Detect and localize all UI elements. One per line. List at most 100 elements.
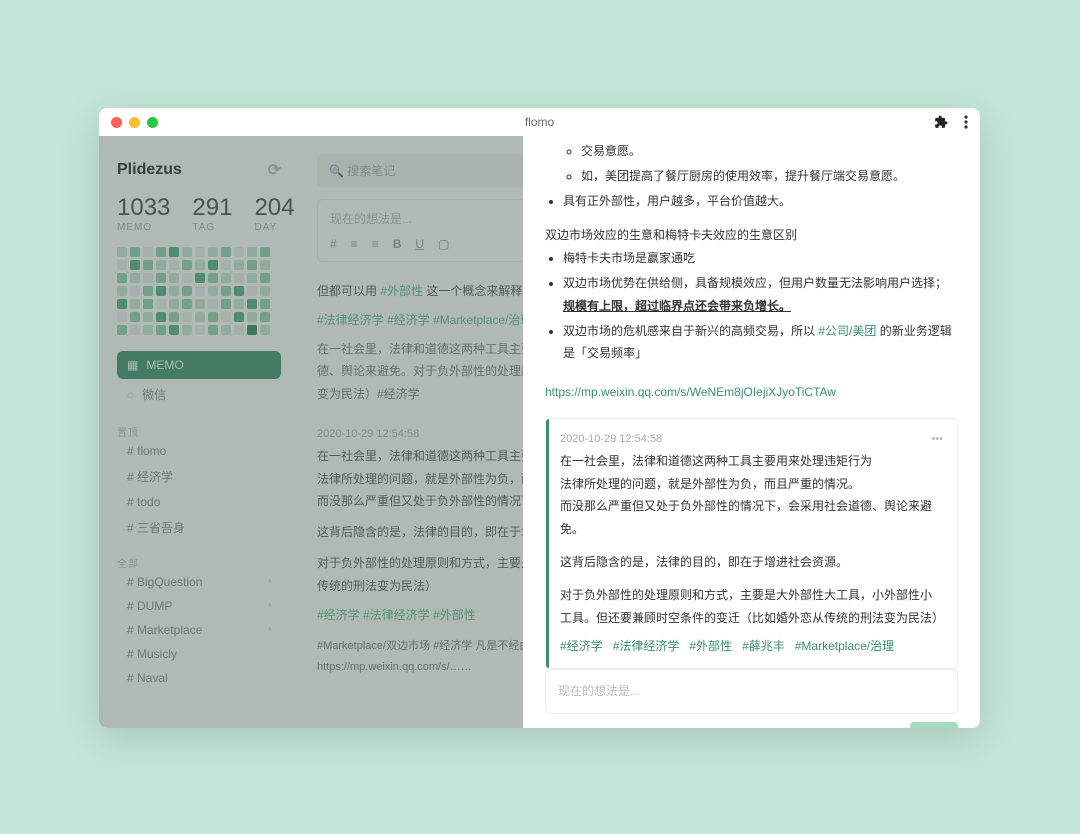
tag-item[interactable]: # Marketplace› bbox=[117, 618, 281, 642]
heatmap-cell[interactable] bbox=[182, 312, 192, 322]
heatmap-cell[interactable] bbox=[182, 286, 192, 296]
heatmap-cell[interactable] bbox=[117, 286, 127, 296]
tag-item[interactable]: # BigQuestion› bbox=[117, 570, 281, 594]
heatmap-cell[interactable] bbox=[208, 325, 218, 335]
heatmap-cell[interactable] bbox=[169, 273, 179, 283]
heatmap-cell[interactable] bbox=[156, 247, 166, 257]
hash-button[interactable]: # bbox=[330, 237, 337, 251]
heatmap-cell[interactable] bbox=[156, 260, 166, 270]
heatmap-cell[interactable] bbox=[221, 286, 231, 296]
heatmap-cell[interactable] bbox=[247, 325, 257, 335]
heatmap-cell[interactable] bbox=[195, 299, 205, 309]
ordered-list-button[interactable]: ≡ bbox=[351, 237, 358, 251]
reply-input[interactable]: 现在的想法是... bbox=[545, 669, 958, 714]
heatmap-cell[interactable] bbox=[182, 325, 192, 335]
quote-more-icon[interactable]: ••• bbox=[931, 429, 943, 450]
heatmap-cell[interactable] bbox=[143, 273, 153, 283]
heatmap-cell[interactable] bbox=[208, 273, 218, 283]
heatmap-cell[interactable] bbox=[130, 312, 140, 322]
heatmap-cell[interactable] bbox=[260, 299, 270, 309]
quote-tag[interactable]: #Marketplace/治理 bbox=[795, 639, 894, 653]
refresh-icon[interactable]: ⟳ bbox=[268, 160, 281, 180]
heatmap-cell[interactable] bbox=[208, 260, 218, 270]
heatmap-cell[interactable] bbox=[208, 286, 218, 296]
heatmap-cell[interactable] bbox=[260, 325, 270, 335]
tag-item[interactable]: # 经济学 bbox=[117, 463, 281, 490]
heatmap-cell[interactable] bbox=[169, 247, 179, 257]
heatmap-cell[interactable] bbox=[195, 312, 205, 322]
image-button[interactable]: ▢ bbox=[653, 724, 664, 728]
minimize-button[interactable] bbox=[129, 117, 140, 128]
heatmap-cell[interactable] bbox=[234, 260, 244, 270]
quote-tag[interactable]: #经济学 bbox=[560, 639, 603, 653]
heatmap-cell[interactable] bbox=[130, 260, 140, 270]
heatmap-cell[interactable] bbox=[182, 273, 192, 283]
heatmap-cell[interactable] bbox=[234, 299, 244, 309]
heatmap-cell[interactable] bbox=[260, 312, 270, 322]
heatmap-cell[interactable] bbox=[247, 299, 257, 309]
bold-button[interactable]: B bbox=[393, 237, 402, 251]
underline-button[interactable]: U bbox=[630, 724, 639, 728]
heatmap-cell[interactable] bbox=[260, 260, 270, 270]
heatmap-cell[interactable] bbox=[260, 273, 270, 283]
heatmap-cell[interactable] bbox=[195, 325, 205, 335]
heatmap-cell[interactable] bbox=[195, 247, 205, 257]
close-button[interactable] bbox=[111, 117, 122, 128]
heatmap-cell[interactable] bbox=[143, 312, 153, 322]
tag-item[interactable]: # Naval bbox=[117, 666, 281, 690]
heatmap-cell[interactable] bbox=[247, 247, 257, 257]
heatmap-cell[interactable] bbox=[169, 260, 179, 270]
heatmap-cell[interactable] bbox=[117, 247, 127, 257]
heatmap-cell[interactable] bbox=[221, 299, 231, 309]
heatmap-cell[interactable] bbox=[169, 286, 179, 296]
heatmap-cell[interactable] bbox=[156, 286, 166, 296]
heatmap-cell[interactable] bbox=[117, 260, 127, 270]
ordered-list-button[interactable]: ≡ bbox=[566, 724, 573, 728]
memo1-inline-tag[interactable]: #外部性 bbox=[380, 284, 423, 298]
heatmap-cell[interactable] bbox=[247, 273, 257, 283]
heatmap-cell[interactable] bbox=[234, 325, 244, 335]
heatmap-cell[interactable] bbox=[234, 312, 244, 322]
heatmap-cell[interactable] bbox=[182, 260, 192, 270]
nav-wechat[interactable]: ◌ 微信 bbox=[117, 379, 281, 410]
heatmap-cell[interactable] bbox=[169, 325, 179, 335]
heatmap-cell[interactable] bbox=[221, 312, 231, 322]
heatmap-cell[interactable] bbox=[143, 299, 153, 309]
heatmap-cell[interactable] bbox=[143, 247, 153, 257]
heatmap-cell[interactable] bbox=[117, 299, 127, 309]
heatmap-cell[interactable] bbox=[221, 247, 231, 257]
hash-button[interactable]: # bbox=[545, 724, 552, 728]
heatmap-cell[interactable] bbox=[130, 286, 140, 296]
heatmap-cell[interactable] bbox=[143, 325, 153, 335]
heatmap-cell[interactable] bbox=[260, 247, 270, 257]
kebab-menu-icon[interactable] bbox=[964, 115, 968, 129]
extension-icon[interactable] bbox=[934, 115, 948, 129]
heatmap-cell[interactable] bbox=[143, 260, 153, 270]
heatmap-cell[interactable] bbox=[195, 260, 205, 270]
heatmap-cell[interactable] bbox=[117, 273, 127, 283]
detail-external-link[interactable]: https://mp.weixin.qq.com/s/WeNEm8jOIejiX… bbox=[545, 381, 958, 404]
heatmap-cell[interactable] bbox=[234, 286, 244, 296]
maximize-button[interactable] bbox=[147, 117, 158, 128]
nav-memo[interactable]: ▦ MEMO bbox=[117, 351, 281, 379]
tag-item[interactable]: # todo bbox=[117, 490, 281, 514]
heatmap-cell[interactable] bbox=[182, 247, 192, 257]
heatmap-cell[interactable] bbox=[156, 312, 166, 322]
heatmap-cell[interactable] bbox=[156, 325, 166, 335]
quote-tag[interactable]: #薛兆丰 bbox=[742, 639, 785, 653]
heatmap-cell[interactable] bbox=[234, 247, 244, 257]
underline-button[interactable]: U bbox=[415, 237, 424, 251]
heatmap-cell[interactable] bbox=[247, 286, 257, 296]
heatmap-cell[interactable] bbox=[156, 273, 166, 283]
tag-item[interactable]: # 三省吾身 bbox=[117, 514, 281, 541]
heatmap-cell[interactable] bbox=[195, 273, 205, 283]
heatmap-cell[interactable] bbox=[117, 312, 127, 322]
image-button[interactable]: ▢ bbox=[438, 237, 449, 251]
heatmap-cell[interactable] bbox=[182, 299, 192, 309]
heatmap-cell[interactable] bbox=[247, 260, 257, 270]
heatmap-cell[interactable] bbox=[221, 273, 231, 283]
heatmap-cell[interactable] bbox=[130, 273, 140, 283]
tag-item[interactable]: # Musicly bbox=[117, 642, 281, 666]
heatmap-cell[interactable] bbox=[130, 247, 140, 257]
heatmap-cell[interactable] bbox=[156, 299, 166, 309]
